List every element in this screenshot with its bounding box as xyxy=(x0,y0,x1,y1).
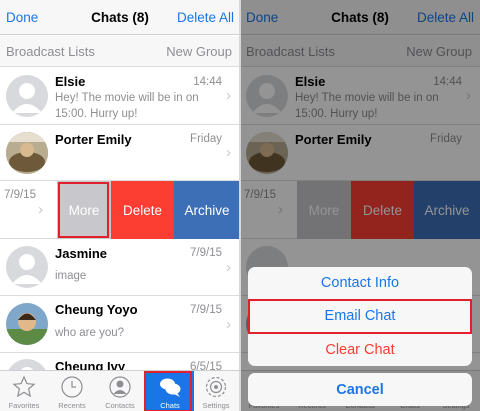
chevron-right-icon: › xyxy=(226,144,231,161)
avatar xyxy=(6,303,48,345)
chat-row-porter-emily[interactable]: Porter Emily Friday › xyxy=(0,125,240,181)
more-highlight-box xyxy=(58,182,109,238)
tab-bar: Favorites Recents Contacts Chats Setting… xyxy=(0,370,240,411)
tab-label: Recents xyxy=(58,401,86,410)
avatar xyxy=(6,132,48,174)
chat-row-swiped[interactable]: 7/9/15 › More Delete Archive xyxy=(0,181,240,239)
sub-bar: Broadcast Lists New Group xyxy=(0,36,240,67)
tab-recents[interactable]: Recents xyxy=(48,371,96,411)
clear-chat-button[interactable]: Clear Chat xyxy=(248,333,472,366)
tab-contacts[interactable]: Contacts xyxy=(96,371,144,411)
chat-name: Porter Emily xyxy=(55,132,132,147)
avatar xyxy=(6,246,48,288)
chat-time: 7/9/15 xyxy=(190,304,222,316)
clock-icon xyxy=(61,376,83,398)
chevron-right-icon: › xyxy=(226,87,231,104)
email-chat-highlight-box xyxy=(248,299,472,334)
nav-bar: Done Chats (8) Delete All xyxy=(0,0,240,35)
chats-screen-left: Done Chats (8) Delete All Broadcast List… xyxy=(0,0,240,411)
avatar xyxy=(6,75,48,117)
chat-name: Jasmine xyxy=(55,246,108,261)
chat-time: 7/9/15 xyxy=(4,189,36,201)
tab-label: Favorites xyxy=(8,401,40,410)
tab-label: Contacts xyxy=(105,401,135,410)
chat-preview: Hey! The movie will be in on 15:00. Hurr… xyxy=(55,92,199,120)
tab-label: Settings xyxy=(202,401,230,410)
chevron-right-icon: › xyxy=(226,259,231,276)
chevron-right-icon: › xyxy=(226,316,231,333)
tab-favorites[interactable]: Favorites xyxy=(0,371,48,411)
chat-name: Cheung Yoyo xyxy=(55,302,138,317)
panel-divider xyxy=(239,0,241,411)
chat-time: 7/9/15 xyxy=(190,247,222,259)
chat-time: Friday xyxy=(190,133,222,145)
chat-preview: image xyxy=(55,270,87,282)
chat-name: Elsie xyxy=(55,74,86,89)
archive-button[interactable]: Archive xyxy=(174,181,240,239)
gear-icon xyxy=(205,376,227,398)
chats-screen-right: Done Chats (8) Delete All Broadcast List… xyxy=(240,0,480,411)
chat-row-cheung-yoyo[interactable]: Cheung Yoyo 7/9/15 who are you? › xyxy=(0,296,240,353)
cancel-button[interactable]: Cancel xyxy=(248,373,472,406)
new-group-link[interactable]: New Group xyxy=(166,44,232,59)
broadcast-lists-link[interactable]: Broadcast Lists xyxy=(6,44,95,59)
contact-info-button[interactable]: Contact Info xyxy=(248,267,472,300)
tab-settings[interactable]: Settings xyxy=(192,371,240,411)
action-sheet-cancel-group: Cancel xyxy=(248,373,472,406)
chat-row-elsie[interactable]: Elsie 14:44 Hey! The movie will be in on… xyxy=(0,68,240,125)
contact-icon xyxy=(109,376,131,398)
chat-preview: who are you? xyxy=(55,327,125,339)
chats-tab-highlight-box xyxy=(144,371,192,411)
delete-button[interactable]: Delete xyxy=(111,181,174,239)
delete-all-button[interactable]: Delete All xyxy=(177,10,234,25)
chat-row-jasmine[interactable]: Jasmine 7/9/15 image › xyxy=(0,239,240,296)
chat-time: 14:44 xyxy=(193,76,222,88)
chevron-right-icon: › xyxy=(38,201,43,218)
star-icon xyxy=(12,375,36,398)
